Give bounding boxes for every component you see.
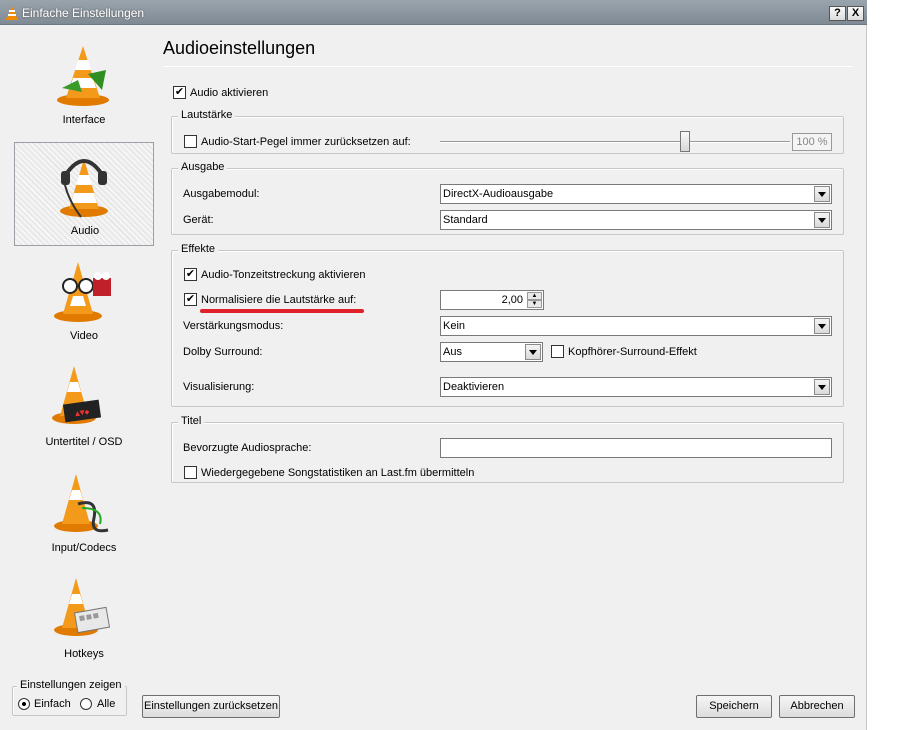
normalize-spinbox[interactable]: 2,00 ▲ ▼ (440, 290, 544, 310)
normalize-value: 2,00 (501, 294, 523, 306)
gain-mode-label: Verstärkungsmodus: (183, 320, 284, 332)
page-title: Audioeinstellungen (163, 38, 316, 58)
window-title: Einfache Einstellungen (22, 6, 145, 20)
audio-enable-checkbox[interactable]: ✔ (173, 86, 186, 99)
sidebar-item-label: Untertitel / OSD (45, 436, 123, 448)
audio-language-label: Bevorzugte Audiosprache: (183, 442, 312, 454)
output-module-label: Ausgabemodul: (183, 188, 260, 200)
normalize-label: Normalisiere die Lautstärke auf: (201, 294, 357, 306)
audio-enable-label: Audio aktivieren (190, 87, 269, 99)
sidebar-item-interface[interactable]: Interface (14, 32, 154, 136)
chevron-down-icon[interactable] (814, 318, 830, 334)
sidebar-item-label: Input/Codecs (51, 542, 117, 554)
chevron-down-icon[interactable] (814, 379, 830, 395)
visualization-label: Visualisierung: (183, 381, 255, 393)
sidebar-item-label: Video (70, 330, 98, 342)
headphone-surround-label: Kopfhörer-Surround-Effekt (568, 346, 697, 358)
category-sidebar: Interface Audio Video ▲▼◆ Untertitel / O… (14, 32, 154, 672)
volume-slider-thumb[interactable] (680, 131, 690, 152)
output-device-label: Gerät: (183, 214, 214, 226)
sidebar-item-label: Interface (62, 114, 106, 126)
gain-mode-select[interactable]: Kein (440, 316, 832, 336)
timestretch-label: Audio-Tonzeitstreckung aktivieren (201, 269, 366, 281)
radio-simple-label: Einfach (34, 698, 71, 710)
spin-down-icon[interactable]: ▼ (527, 300, 542, 308)
save-button[interactable]: Speichern (696, 695, 772, 718)
lastfm-label: Wiedergegebene Songstatistiken an Last.f… (201, 467, 475, 479)
vlc-cone-glasses-icon (54, 262, 111, 322)
radio-simple[interactable] (18, 698, 30, 710)
help-button[interactable]: ? (829, 6, 846, 21)
output-module-select[interactable]: DirectX-Audioausgabe (440, 184, 832, 204)
headphone-surround-checkbox[interactable] (551, 345, 564, 358)
lastfm-checkbox[interactable] (184, 466, 197, 479)
output-module-value: DirectX-Audioausgabe (443, 188, 554, 200)
chevron-down-icon[interactable] (814, 212, 830, 228)
vlc-cone-keyboard-icon (54, 578, 111, 636)
sidebar-item-subtitles[interactable]: ▲▼◆ Untertitel / OSD (14, 354, 154, 458)
sidebar-item-label: Hotkeys (64, 648, 104, 660)
annotation-underline (200, 309, 364, 313)
close-button[interactable]: X (847, 6, 864, 21)
sidebar-item-hotkeys[interactable]: Hotkeys (14, 566, 154, 670)
tracks-legend: Titel (178, 415, 205, 427)
output-legend: Ausgabe (178, 161, 228, 173)
vlc-cone-headphones-icon (60, 159, 108, 218)
title-bar: Einfache Einstellungen ? X (0, 0, 867, 25)
chevron-down-icon[interactable] (814, 186, 830, 202)
visualization-value: Deaktivieren (443, 381, 505, 393)
show-settings-legend: Einstellungen zeigen (17, 679, 125, 691)
cancel-button[interactable]: Abbrechen (779, 695, 855, 718)
sidebar-item-video[interactable]: Video (14, 248, 154, 352)
dolby-label: Dolby Surround: (183, 346, 263, 358)
radio-all[interactable] (80, 698, 92, 710)
vlc-cone-subtitle-icon: ▲▼◆ (52, 366, 102, 424)
output-device-value: Standard (443, 214, 488, 226)
audio-language-input[interactable] (440, 438, 832, 458)
normalize-checkbox[interactable]: ✔ (184, 293, 197, 306)
preferences-window: Einfache Einstellungen ? X Interface Aud… (0, 0, 867, 730)
volume-slider-track[interactable] (440, 141, 790, 143)
volume-reset-checkbox[interactable] (184, 135, 197, 148)
volume-reset-label: Audio-Start-Pegel immer zurücksetzen auf… (201, 136, 411, 148)
spin-up-icon[interactable]: ▲ (527, 292, 542, 300)
visualization-select[interactable]: Deaktivieren (440, 377, 832, 397)
vlc-app-icon (6, 6, 18, 20)
vlc-cone-interface-icon (57, 46, 109, 106)
sidebar-item-input-codecs[interactable]: Input/Codecs (14, 460, 154, 564)
gain-mode-value: Kein (443, 320, 466, 332)
vlc-cone-cable-icon (54, 474, 109, 533)
chevron-down-icon[interactable] (525, 344, 541, 360)
volume-group: Lautstärke (171, 109, 844, 154)
sidebar-item-audio[interactable]: Audio (14, 142, 154, 246)
volume-level-display: 100 % (792, 133, 832, 151)
volume-legend: Lautstärke (178, 109, 236, 121)
radio-all-label: Alle (97, 698, 116, 710)
reset-settings-button[interactable]: Einstellungen zurücksetzen (142, 695, 280, 718)
title-divider (163, 66, 853, 67)
sidebar-item-label: Audio (70, 225, 100, 237)
dolby-value: Aus (443, 346, 462, 358)
dolby-select[interactable]: Aus (440, 342, 543, 362)
effects-legend: Effekte (178, 243, 219, 255)
output-device-select[interactable]: Standard (440, 210, 832, 230)
timestretch-checkbox[interactable]: ✔ (184, 268, 197, 281)
